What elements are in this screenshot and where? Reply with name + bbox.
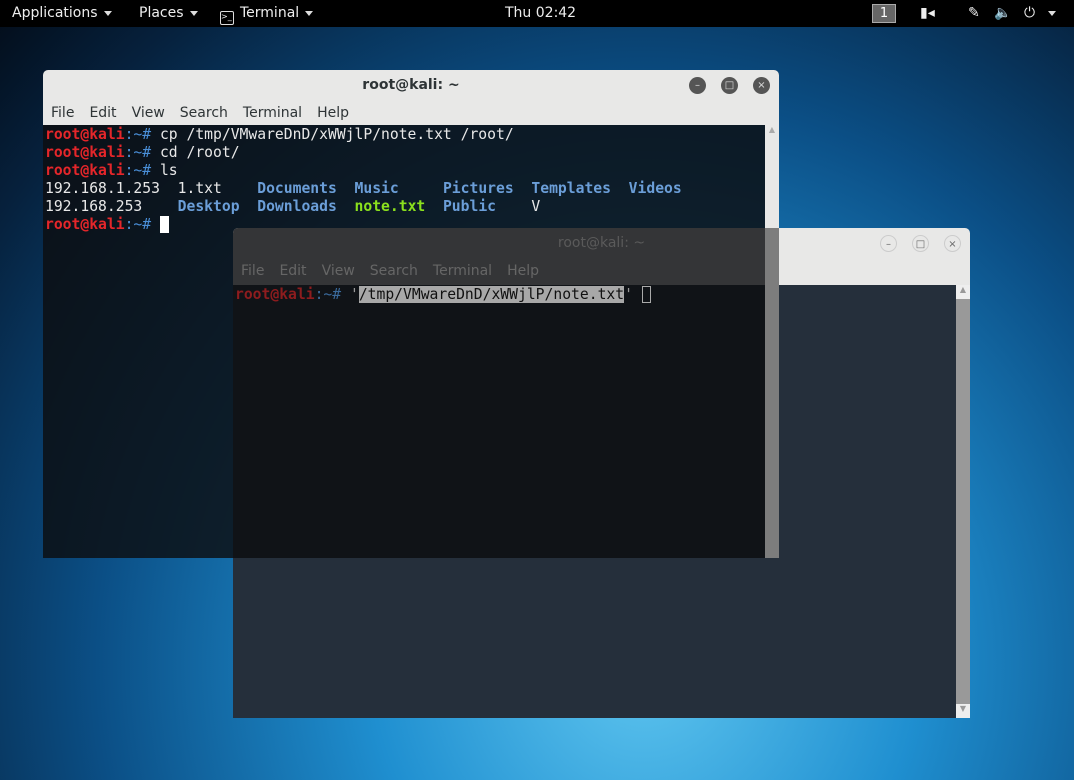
top-panel: Applications Places >_ Terminal Thu 02:42… <box>0 0 1074 27</box>
window-title: root@kali: ~ <box>362 77 460 93</box>
scroll-down-icon[interactable]: ▼ <box>956 704 970 718</box>
menu-file[interactable]: File <box>51 105 74 121</box>
minimize-button[interactable]: – <box>880 235 897 252</box>
prompt-sep: :~# <box>124 126 160 143</box>
menu-search[interactable]: Search <box>370 263 418 279</box>
menu-help[interactable]: Help <box>507 263 539 279</box>
menu-file[interactable]: File <box>241 263 264 279</box>
menu-edit[interactable]: Edit <box>89 105 116 121</box>
ls-entry <box>240 198 258 215</box>
menu-bar: File Edit View Search Terminal Help <box>43 98 779 125</box>
menu-terminal[interactable]: Terminal <box>243 105 302 121</box>
ls-entry: Videos <box>628 180 682 197</box>
prompt-user: root@kali <box>45 216 125 233</box>
clock[interactable]: Thu 02:42 <box>505 5 576 21</box>
ls-entry: 192.168.1.253 <box>45 180 178 197</box>
terminal-line: root@kali:~# cp /tmp/VMwareDnD/xWWjlP/no… <box>45 126 763 144</box>
ls-entry <box>425 198 443 215</box>
menu-view[interactable]: View <box>132 105 165 121</box>
quote: ' <box>349 286 359 303</box>
ls-entry <box>399 180 443 197</box>
command: cd /root/ <box>159 144 240 161</box>
scroll-up-icon[interactable]: ▲ <box>765 125 779 139</box>
ls-entry <box>337 198 355 215</box>
terminal-output[interactable]: root@kali:~# '/tmp/VMwareDnD/xWWjlP/note… <box>233 285 956 718</box>
cursor <box>641 286 651 303</box>
terminal-line: root@kali:~# ls <box>45 162 763 180</box>
terminal-window-back: root@kali: ~ – □ × File Edit View Search Ter… <box>233 228 970 718</box>
chevron-down-icon <box>305 10 314 16</box>
places-label: Places <box>139 5 184 21</box>
prompt-sep: :~# <box>124 216 160 233</box>
minimize-button[interactable]: – <box>689 77 706 94</box>
prompt-user: root@kali <box>235 286 315 303</box>
ls-output-row: 192.168.1.253 1.txt Documents Music Pict… <box>45 180 763 198</box>
ls-entry: Desktop <box>177 198 240 215</box>
ls-entry: Music <box>354 180 399 197</box>
prompt-sep: :~# <box>124 144 160 161</box>
menu-search[interactable]: Search <box>180 105 228 121</box>
workspace-indicator[interactable]: 1 <box>872 4 896 23</box>
chevron-down-icon <box>189 10 198 16</box>
ls-entry: Pictures <box>442 180 514 197</box>
prompt-user: root@kali <box>45 162 125 179</box>
maximize-button[interactable]: □ <box>721 77 738 94</box>
menu-view[interactable]: View <box>322 263 355 279</box>
maximize-button[interactable]: □ <box>912 235 929 252</box>
close-button[interactable]: × <box>753 77 770 94</box>
scroll-up-icon[interactable]: ▲ <box>956 285 970 299</box>
command: cp /tmp/VMwareDnD/xWWjlP/note.txt /root/ <box>159 126 514 143</box>
prompt-user: root@kali <box>45 126 125 143</box>
prompt-sep: :~# <box>314 286 350 303</box>
prompt-user: root@kali <box>45 144 125 161</box>
ls-entry <box>514 180 532 197</box>
ls-output-row: 192.168.253 Desktop Downloads note.txt P… <box>45 198 763 216</box>
command: ls <box>159 162 178 179</box>
ls-entry <box>496 198 531 215</box>
ls-entry: Downloads <box>257 198 337 215</box>
places-menu[interactable]: Places <box>139 5 198 21</box>
menu-terminal[interactable]: Terminal <box>433 263 492 279</box>
ls-entry <box>611 180 629 197</box>
ls-entry: V <box>531 198 541 215</box>
applications-label: Applications <box>12 5 98 21</box>
quote: ' <box>624 286 633 303</box>
scrollbar[interactable]: ▲▼ <box>956 285 970 718</box>
chevron-down-icon[interactable] <box>1048 10 1056 16</box>
terminal-label: Terminal <box>240 5 300 21</box>
terminal-line: root@kali:~# cd /root/ <box>45 144 763 162</box>
pen-icon[interactable]: ✎ <box>968 5 980 21</box>
window-title: root@kali: ~ <box>557 235 646 251</box>
cursor <box>159 216 169 233</box>
ls-entry: note.txt <box>354 198 426 215</box>
terminal-icon: >_ <box>220 11 234 25</box>
ls-entry <box>337 180 355 197</box>
terminal-app-menu[interactable]: >_ Terminal <box>220 5 314 25</box>
ls-entry: 1.txt <box>177 180 258 197</box>
selected-path[interactable]: /tmp/VMwareDnD/xWWjlP/note.txt <box>358 286 625 303</box>
prompt-sep: :~# <box>124 162 160 179</box>
menu-edit[interactable]: Edit <box>279 263 306 279</box>
ls-entry: Templates <box>531 180 611 197</box>
volume-icon[interactable]: 🔈 <box>994 5 1011 21</box>
close-button[interactable]: × <box>944 235 961 252</box>
ls-entry: 192.168.253 <box>45 198 178 215</box>
chevron-down-icon <box>103 10 112 16</box>
ls-entry: Public <box>442 198 497 215</box>
camera-icon[interactable]: ▮◂ <box>920 5 935 21</box>
menu-help[interactable]: Help <box>317 105 349 121</box>
power-icon[interactable]: ⏻ <box>1024 5 1035 21</box>
applications-menu[interactable]: Applications <box>12 5 112 21</box>
menu-bar: File Edit View Search Terminal Help <box>233 256 970 283</box>
ls-entry: Documents <box>257 180 337 197</box>
